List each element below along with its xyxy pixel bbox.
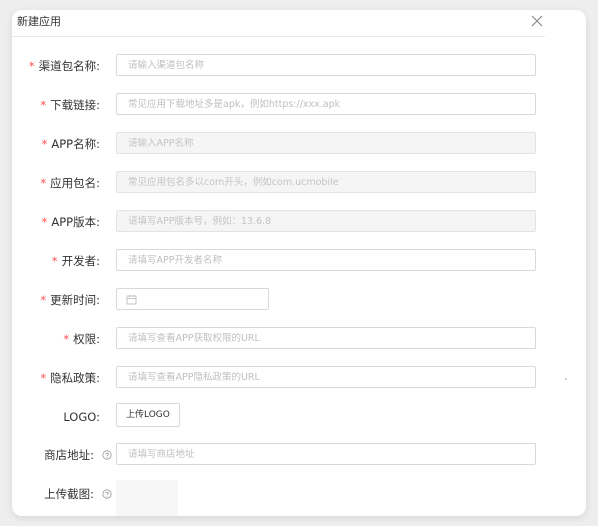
logo-label-text: LOGO: bbox=[63, 410, 100, 424]
upload-logo-button[interactable]: 上传LOGO bbox=[116, 403, 180, 427]
required-mark: * bbox=[63, 332, 70, 346]
app-version-label: * APP版本: bbox=[42, 215, 100, 229]
app-name-label: * APP名称: bbox=[42, 137, 100, 151]
close-button[interactable] bbox=[528, 12, 546, 30]
modal-header: 新建应用 bbox=[12, 10, 545, 37]
app-version-label-text: APP版本: bbox=[51, 215, 100, 229]
required-mark: * bbox=[51, 254, 58, 268]
update-time-label-text: 更新时间: bbox=[50, 293, 100, 307]
screenshots-label: 上传截图: bbox=[44, 487, 112, 501]
required-mark: * bbox=[40, 98, 47, 112]
privacy-policy-label-text: 隐私政策: bbox=[50, 371, 100, 385]
developer-input[interactable] bbox=[116, 249, 536, 271]
required-mark: * bbox=[41, 215, 48, 229]
page-background: 新建应用 *渠道包名称: *下载链接: *APP名称: *应用包名: bbox=[0, 0, 598, 526]
download-link-label-text: 下载链接: bbox=[50, 98, 100, 112]
required-mark: * bbox=[28, 59, 35, 73]
required-mark: * bbox=[41, 137, 48, 151]
scrollbar-track bbox=[560, 170, 572, 390]
required-mark: * bbox=[40, 176, 47, 190]
calendar-icon bbox=[126, 295, 137, 305]
app-name-label-text: APP名称: bbox=[51, 137, 100, 151]
permissions-label: * 权限: bbox=[63, 332, 100, 346]
modal-title: 新建应用 bbox=[17, 15, 61, 28]
package-name-label: * 应用包名: bbox=[40, 176, 100, 190]
privacy-policy-label: * 隐私政策: bbox=[40, 371, 100, 385]
app-version-input[interactable] bbox=[116, 210, 536, 232]
screenshot-upload-area[interactable] bbox=[116, 480, 178, 516]
store-address-label: 商店地址: bbox=[44, 448, 112, 462]
app-name-input[interactable] bbox=[116, 132, 536, 154]
permissions-url-input[interactable] bbox=[116, 327, 536, 349]
channel-name-label: * 渠道包名称: bbox=[29, 59, 100, 73]
developer-label-text: 开发者: bbox=[61, 254, 100, 268]
question-circle-icon bbox=[102, 449, 112, 460]
store-address-label-text: 商店地址: bbox=[44, 448, 94, 462]
update-time-label: * 更新时间: bbox=[40, 293, 100, 307]
developer-label: * 开发者: bbox=[52, 254, 100, 268]
package-name-label-text: 应用包名: bbox=[50, 176, 100, 190]
create-app-modal: 新建应用 *渠道包名称: *下载链接: *APP名称: *应用包名: bbox=[12, 10, 586, 516]
required-mark: * bbox=[40, 293, 47, 307]
privacy-policy-url-input[interactable] bbox=[116, 366, 536, 388]
download-link-label: * 下载链接: bbox=[40, 98, 100, 112]
screenshots-label-text: 上传截图: bbox=[44, 487, 94, 501]
permissions-label-text: 权限: bbox=[73, 332, 100, 346]
channel-name-input[interactable] bbox=[116, 54, 536, 76]
store-address-input[interactable] bbox=[116, 443, 536, 465]
channel-name-label-text: 渠道包名称: bbox=[38, 59, 100, 73]
close-icon bbox=[531, 15, 543, 27]
question-circle-icon bbox=[102, 488, 112, 499]
download-link-input[interactable] bbox=[116, 93, 536, 115]
logo-label: LOGO: bbox=[63, 410, 100, 424]
required-mark: * bbox=[40, 371, 47, 385]
decorative-dot bbox=[565, 378, 567, 380]
package-name-input[interactable] bbox=[116, 171, 536, 193]
update-time-date-picker[interactable] bbox=[116, 288, 269, 310]
